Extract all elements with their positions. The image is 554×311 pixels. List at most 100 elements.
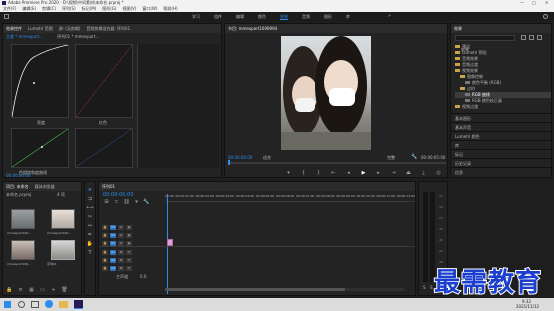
tab-media-browser[interactable]: 媒体浏览器 bbox=[35, 184, 55, 189]
filter-32bit-icon[interactable] bbox=[529, 35, 534, 40]
clip-label[interactable]: 主要 * mmexport... bbox=[6, 34, 43, 39]
new-bin-icon[interactable]: ▭ bbox=[39, 286, 46, 293]
master-track-value[interactable]: 0.0 bbox=[140, 274, 146, 279]
timeline-ruler[interactable]: 00:00 00:00:01:00 00:00:02:00 00:00:03:0… bbox=[165, 194, 415, 202]
track-label[interactable]: V3 bbox=[110, 225, 116, 230]
go-to-in-icon[interactable]: ⇤ bbox=[330, 169, 337, 176]
section-libraries[interactable]: 库 bbox=[451, 140, 551, 149]
ripple-edit-icon[interactable]: ⟷ bbox=[86, 204, 93, 211]
slip-tool-icon[interactable]: ↔ bbox=[87, 222, 94, 229]
track-eye-icon[interactable]: ◉ bbox=[126, 240, 132, 246]
track-lock-icon[interactable]: 🔒 bbox=[102, 233, 108, 238]
track-label[interactable]: A1 bbox=[110, 250, 116, 255]
effects-search-input[interactable]: 效果 bbox=[455, 35, 515, 52]
workspace-edit[interactable]: 编辑 bbox=[236, 14, 244, 20]
video-clip[interactable] bbox=[167, 239, 173, 246]
step-forward-icon[interactable]: ▸ bbox=[375, 169, 382, 176]
solo-left-button[interactable]: S bbox=[423, 285, 426, 290]
workspace-libraries[interactable]: 库 bbox=[346, 14, 350, 20]
tab-lumetri-scopes[interactable]: Lumetri 范围 bbox=[28, 26, 53, 31]
program-monitor-title[interactable]: 节目: mmexport1606994 bbox=[228, 26, 277, 31]
mark-in-icon[interactable]: { bbox=[300, 169, 307, 176]
project-thumbnail[interactable] bbox=[51, 209, 75, 229]
track-lock-icon[interactable]: 🔒 bbox=[102, 258, 108, 263]
solo-button[interactable]: S bbox=[126, 250, 132, 255]
mute-button[interactable]: M bbox=[118, 266, 124, 271]
mute-button[interactable]: M bbox=[118, 258, 124, 263]
playhead-marker-icon[interactable] bbox=[228, 160, 230, 165]
lock-icon[interactable]: 🔒 bbox=[6, 286, 13, 293]
tab-effect-controls[interactable]: 效果控件 bbox=[6, 26, 22, 31]
windows-start-icon[interactable] bbox=[4, 301, 11, 308]
close-button[interactable]: ✕ bbox=[545, 0, 548, 5]
nest-icon[interactable]: ⊞ bbox=[103, 198, 110, 205]
track-label[interactable]: A2 bbox=[110, 258, 116, 263]
timeline-settings-icon[interactable]: 🔧 bbox=[143, 198, 150, 205]
export-frame-icon[interactable]: ◎ bbox=[435, 169, 442, 176]
track-sync-icon[interactable]: ⇄ bbox=[118, 240, 124, 246]
edge-browser-icon[interactable] bbox=[45, 300, 53, 308]
section-essential-graphics[interactable]: 基本图形 bbox=[451, 113, 551, 122]
track-lock-icon[interactable]: 🔒 bbox=[102, 225, 108, 230]
track-sync-icon[interactable]: ⇄ bbox=[118, 233, 124, 238]
delete-icon[interactable]: 🗑 bbox=[61, 286, 68, 293]
mark-out-icon[interactable]: } bbox=[315, 169, 322, 176]
taskbar-date[interactable]: 2021/11/12 bbox=[516, 304, 539, 309]
scrollbar-thumb[interactable] bbox=[165, 288, 345, 291]
tab-source[interactable]: 源: (无剪辑) bbox=[59, 26, 81, 31]
go-to-out-icon[interactable]: ⇥ bbox=[390, 169, 397, 176]
list-view-icon[interactable]: ≡ bbox=[17, 286, 24, 293]
tab-project[interactable]: 项目: 未命名 bbox=[6, 184, 29, 189]
lift-icon[interactable]: ⏏ bbox=[405, 169, 412, 176]
type-tool-icon[interactable]: T bbox=[87, 249, 94, 256]
track-v2[interactable]: 🔒 V2 ⇄ ◉ bbox=[99, 232, 415, 239]
effects-panel-title[interactable]: 效果 bbox=[454, 26, 462, 31]
workspace-audio[interactable]: 音频 bbox=[302, 14, 310, 20]
selection-tool-icon[interactable]: ➤ bbox=[87, 186, 94, 193]
track-lock-icon[interactable]: 🔒 bbox=[102, 240, 108, 246]
filter-accelerated-icon[interactable] bbox=[521, 35, 526, 40]
track-a2[interactable]: 🔒 A2 M S bbox=[99, 257, 415, 264]
program-timecode-current[interactable]: 00:00:00:00 bbox=[228, 155, 252, 160]
search-icon[interactable] bbox=[543, 14, 548, 19]
file-explorer-icon[interactable] bbox=[59, 301, 68, 308]
extract-icon[interactable]: ⤓ bbox=[420, 169, 427, 176]
tab-audio-clip-mixer[interactable]: 音频剪辑混合器: 序列01 bbox=[86, 26, 130, 31]
home-icon[interactable] bbox=[4, 14, 9, 19]
maximize-button[interactable]: □ bbox=[532, 0, 536, 5]
workspace-assembly[interactable]: 组件 bbox=[214, 14, 222, 20]
master-track[interactable]: 主声道 0.0 bbox=[99, 273, 415, 280]
fit-dropdown[interactable]: 适合 bbox=[263, 155, 271, 160]
track-label[interactable]: A3 bbox=[110, 266, 116, 271]
section-markers[interactable]: 标记 bbox=[451, 149, 551, 158]
more-workspaces-icon[interactable]: » bbox=[388, 13, 391, 19]
solo-button[interactable]: S bbox=[126, 258, 132, 263]
track-label[interactable]: V1 bbox=[110, 240, 116, 246]
track-sync-icon[interactable]: ⇄ bbox=[118, 225, 124, 230]
section-info[interactable]: 信息 bbox=[451, 167, 551, 176]
add-marker-icon[interactable]: ▾ bbox=[133, 198, 140, 205]
track-lock-icon[interactable]: 🔒 bbox=[102, 266, 108, 271]
icon-view-icon[interactable]: ▦ bbox=[28, 286, 35, 293]
project-thumbnail[interactable] bbox=[11, 240, 35, 260]
minimize-button[interactable]: — bbox=[520, 0, 524, 5]
system-tray[interactable] bbox=[480, 301, 510, 308]
timeline-scrollbar[interactable] bbox=[165, 288, 405, 291]
red-curve[interactable] bbox=[75, 44, 133, 118]
timeline-tab[interactable]: 序列01 bbox=[102, 184, 115, 189]
track-label[interactable]: V2 bbox=[110, 233, 116, 238]
section-history[interactable]: 历史记录 bbox=[451, 158, 551, 167]
track-v3[interactable]: 🔒 V3 ⇄ ◉ bbox=[99, 224, 415, 231]
track-lock-icon[interactable]: 🔒 bbox=[102, 250, 108, 255]
blue-curve[interactable] bbox=[75, 128, 133, 168]
workspace-learn[interactable]: 学习 bbox=[192, 14, 200, 20]
add-marker-icon[interactable]: ▾ bbox=[285, 169, 292, 176]
pen-tool-icon[interactable]: ✒ bbox=[87, 231, 94, 238]
task-view-icon[interactable] bbox=[31, 301, 39, 308]
filter-yuv-icon[interactable] bbox=[537, 35, 542, 40]
linked-selection-icon[interactable]: ⛓ bbox=[123, 198, 130, 205]
track-a1[interactable]: 🔒 A1 M S bbox=[99, 249, 415, 256]
track-a3[interactable]: 🔒 A3 M S bbox=[99, 265, 415, 272]
sequence-thumbnail[interactable] bbox=[51, 240, 75, 260]
track-select-icon[interactable]: ⇉ bbox=[87, 195, 94, 202]
